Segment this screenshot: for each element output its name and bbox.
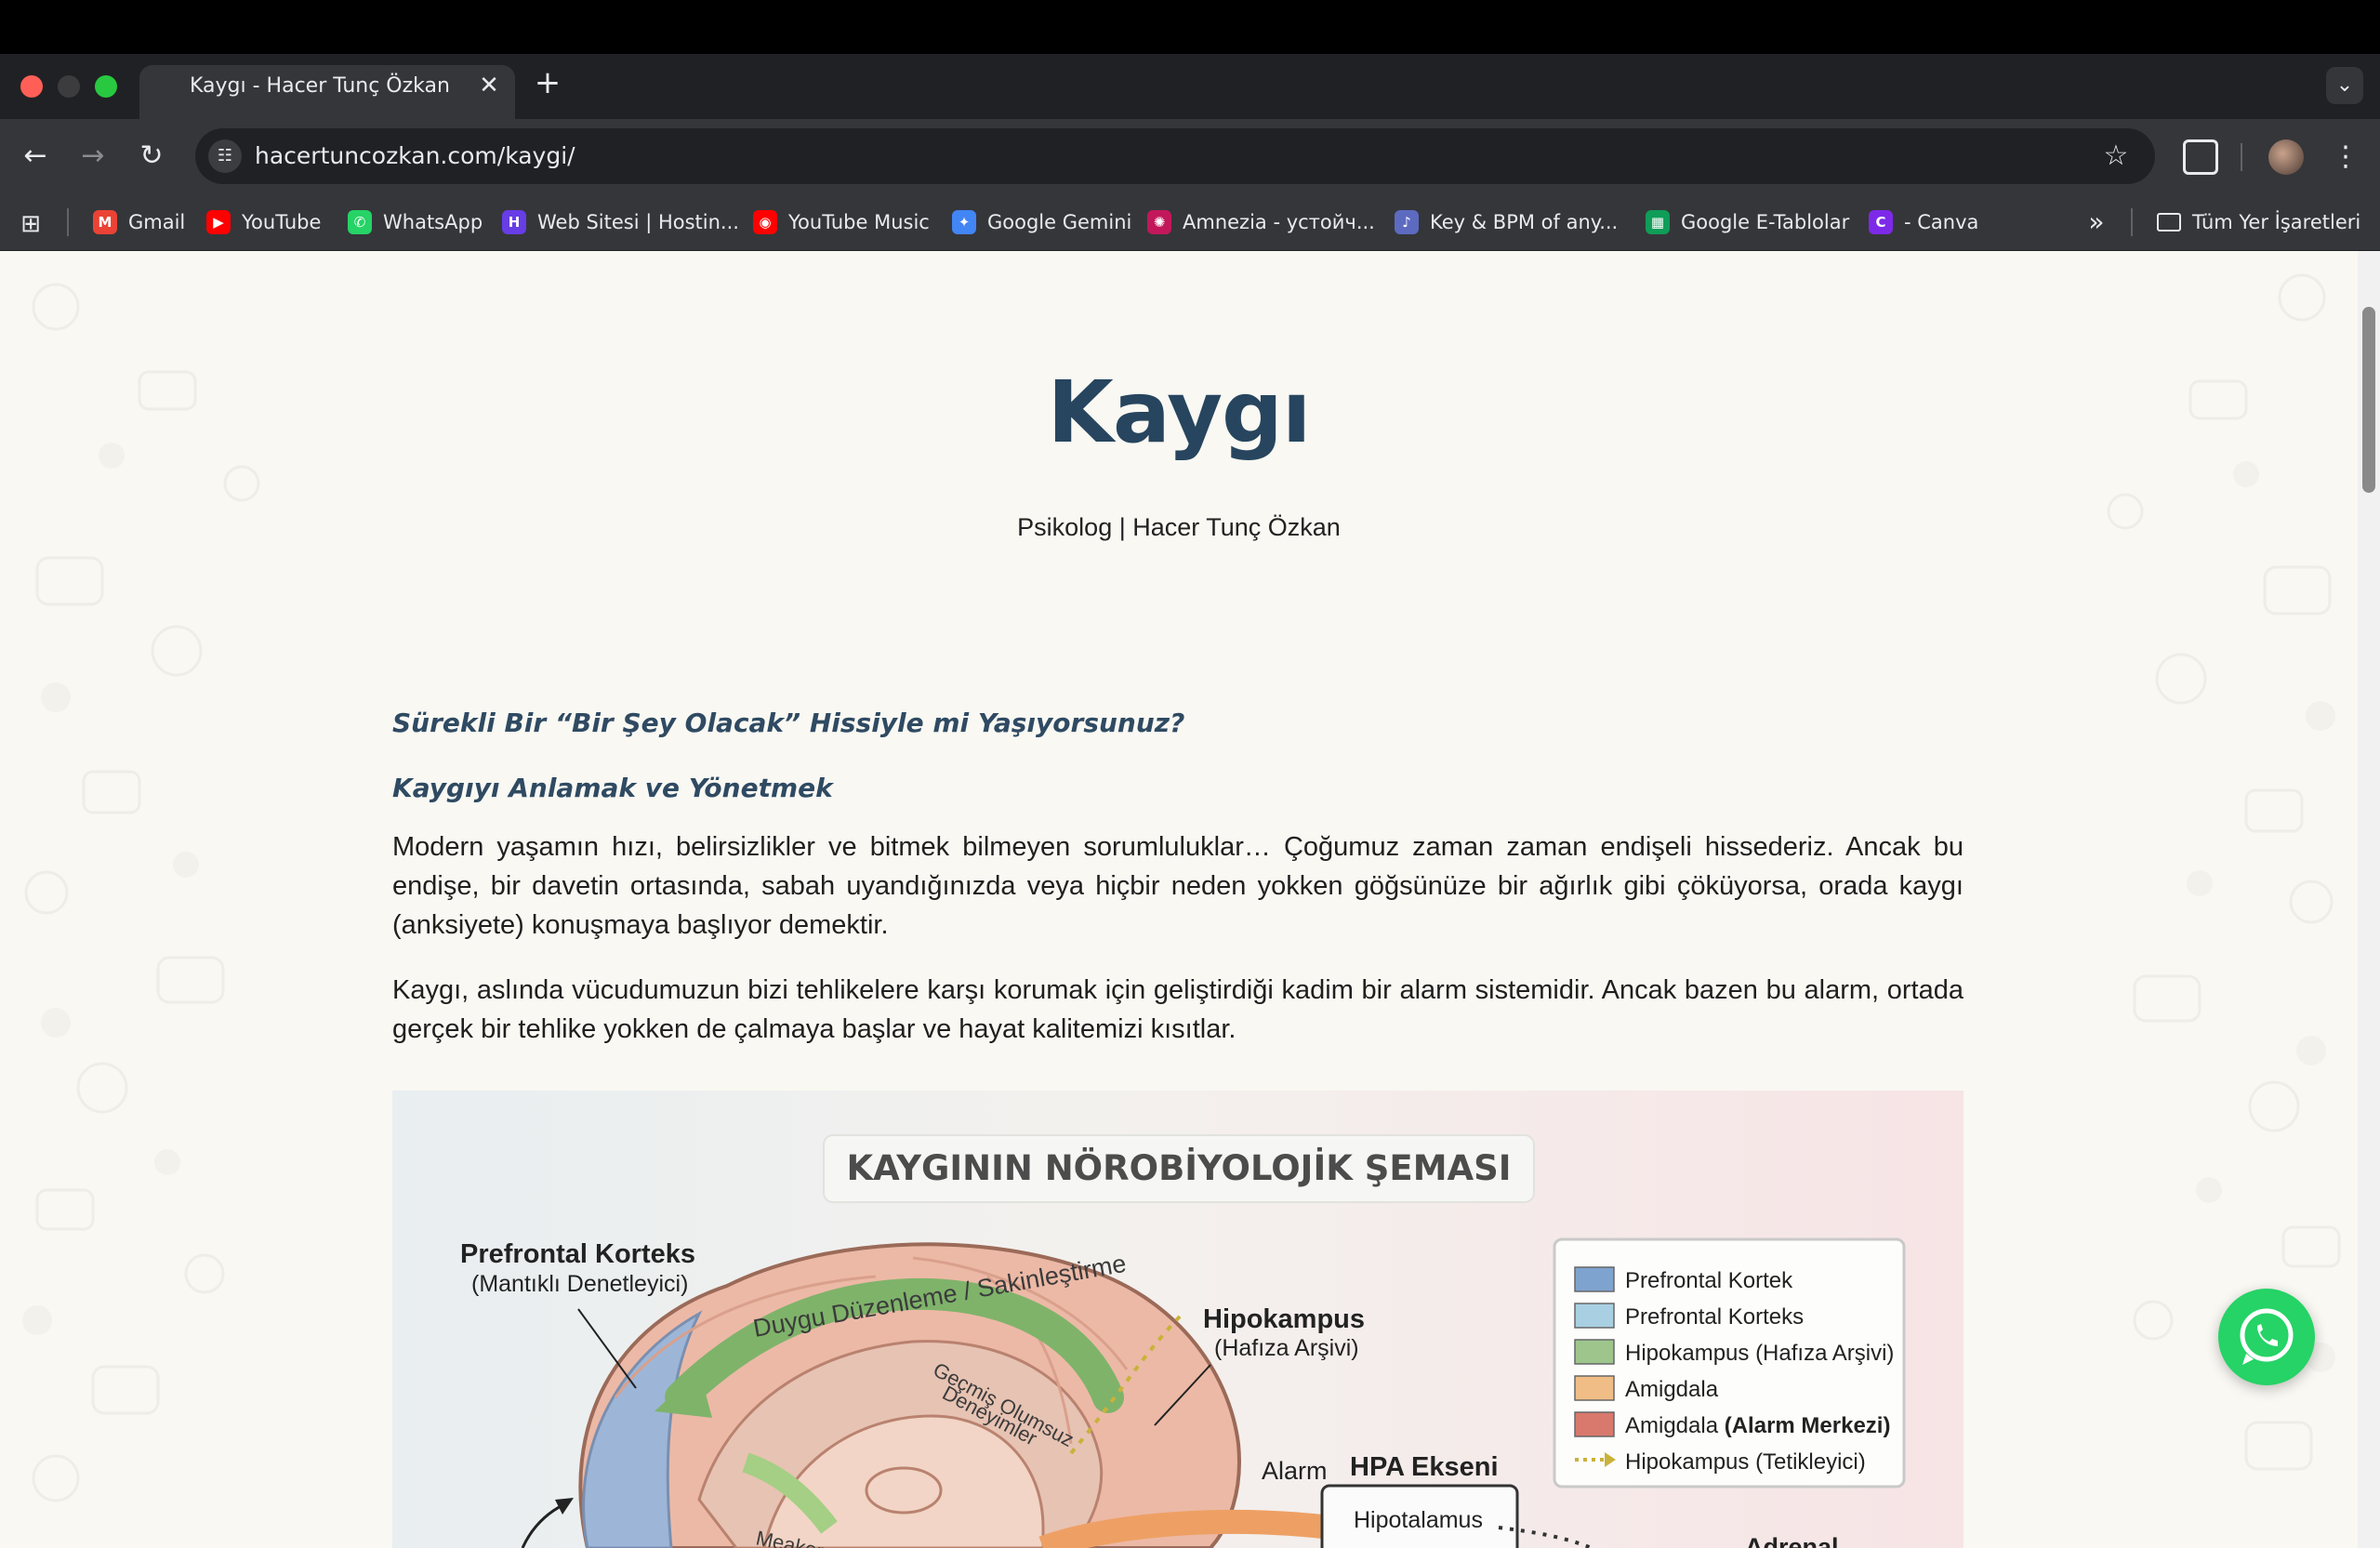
scrollbar-thumb[interactable] — [2362, 307, 2375, 493]
tab-search-chevron-icon[interactable]: ⌄ — [2326, 67, 2363, 104]
bookmark-label: Google Gemini — [987, 211, 1132, 233]
bookmark-label: Amnezia - устойч... — [1183, 211, 1375, 233]
bookmark-label: Key & BPM of any... — [1430, 211, 1619, 233]
section-heading: Sürekli Bir “Bir Şey Olacak” Hissiyle mi… — [392, 708, 1185, 738]
hpa-axis-label: HPA Ekseni — [1350, 1452, 1499, 1482]
gemini-icon: ✦ — [952, 210, 976, 234]
reload-icon[interactable]: ↻ — [135, 139, 168, 173]
close-window-button[interactable] — [20, 75, 43, 98]
bookmark-label: WhatsApp — [383, 211, 483, 233]
black-arrow-left — [521, 1502, 565, 1548]
new-tab-button[interactable]: + — [532, 67, 563, 99]
maximize-window-button[interactable] — [95, 75, 117, 98]
article-content: Sürekli Bir “Bir Şey Olacak” Hissiyle mi… — [392, 705, 1964, 1049]
all-bookmarks-label: Tüm Yer İşaretleri — [2192, 211, 2361, 233]
pfc-leader-line — [577, 1308, 637, 1389]
tab-title: Kaygı - Hacer Tunç Özkan — [190, 74, 450, 98]
page-viewport: Kaygı Psikolog | Hacer Tunç Özkan Sürekl… — [0, 251, 2358, 1548]
forward-arrow-icon[interactable]: → — [76, 139, 110, 173]
legend-swatch — [1574, 1339, 1615, 1365]
bookmark-label: YouTube Music — [788, 211, 930, 233]
legend-label: Prefrontal Korteks — [1625, 1304, 1804, 1330]
bookmark-item[interactable]: C - Canva — [1869, 205, 1978, 240]
bookmark-label: Gmail — [128, 211, 186, 233]
extensions-puzzle-icon[interactable] — [2183, 139, 2218, 175]
bookmark-item[interactable]: H Web Sitesi | Hostin... — [502, 205, 739, 240]
google-sheets-icon: ▦ — [1646, 210, 1670, 234]
diagram-title: KAYGININ NÖROBİYOLOJİK ŞEMASI — [846, 1147, 1511, 1188]
legend-swatch — [1574, 1266, 1615, 1292]
legend-label: Prefrontal Kortek — [1625, 1268, 1793, 1293]
bookmark-item[interactable]: ◉ YouTube Music — [753, 205, 930, 240]
section-subheading: Kaygıyı Anlamak ve Yönetmek — [392, 773, 833, 803]
toolbar-divider — [2241, 143, 2242, 171]
bookmark-item[interactable]: ✆ WhatsApp — [348, 205, 483, 240]
url-text[interactable]: hacertuncozkan.com/kaygi/ — [255, 128, 575, 184]
profile-avatar[interactable] — [2268, 139, 2304, 175]
kebab-menu-icon[interactable]: ⋮ — [2332, 138, 2360, 177]
paragraph: Modern yaşamın hızı, belirsizlikler ve b… — [392, 832, 1964, 940]
system-menu-bar — [0, 0, 2380, 54]
bookmark-item[interactable]: ▦ Google E-Tablolar — [1646, 205, 1849, 240]
adrenal-label: Adrenal — [1745, 1533, 1839, 1548]
apps-grid-icon[interactable]: ⊞ — [17, 210, 45, 238]
whatsapp-icon — [2240, 1308, 2294, 1365]
bookmark-label: Google E-Tablolar — [1681, 211, 1850, 233]
bookmark-item[interactable]: ♪ Key & BPM of any... — [1395, 205, 1618, 240]
bookmarks-divider — [2131, 208, 2133, 236]
bookmark-label: - Canva — [1904, 211, 1979, 233]
bookmarks-divider — [67, 208, 69, 236]
legend-label: Hipokampus (Hafıza Arşivi) — [1625, 1341, 1894, 1366]
youtube-icon: ▶ — [206, 210, 231, 234]
page-title: Kaygı — [1047, 363, 1312, 462]
bookmark-item[interactable]: ✦ Google Gemini — [952, 205, 1131, 240]
address-bar[interactable]: ☷ hacertuncozkan.com/kaygi/ ☆ — [195, 128, 2155, 184]
folder-icon — [2157, 213, 2181, 232]
legend-label: Amigdala — [1625, 1377, 1719, 1402]
tab-active[interactable]: Kaygı - Hacer Tunç Özkan ✕ — [139, 65, 515, 119]
tunebat-icon: ♪ — [1395, 210, 1419, 234]
paragraph: Kaygı, aslında vücudumuzun bizi tehlikel… — [392, 975, 1964, 1044]
site-settings-icon[interactable]: ☷ — [208, 139, 242, 173]
gmail-icon: M — [93, 210, 117, 234]
bookmark-item[interactable]: ▶ YouTube — [206, 205, 321, 240]
canva-icon: C — [1869, 210, 1893, 234]
tab-close-icon[interactable]: ✕ — [474, 71, 504, 100]
minimize-window-button[interactable] — [58, 75, 80, 98]
hippocampus-label: Hipokampus — [1203, 1304, 1365, 1334]
bookmark-label: Web Sitesi | Hostin... — [537, 211, 739, 233]
whatsapp-icon: ✆ — [348, 210, 372, 234]
bookmarks-overflow-icon[interactable]: » — [2082, 206, 2110, 238]
page-subtitle: Psikolog | Hacer Tunç Özkan — [1017, 513, 1341, 541]
hypothalamus-label: Hipotalamus — [1354, 1507, 1483, 1533]
amnezia-icon: ✺ — [1147, 210, 1171, 234]
legend-swatch — [1574, 1303, 1615, 1329]
legend-swatch — [1574, 1375, 1615, 1401]
bookmark-item[interactable]: M Gmail — [93, 205, 185, 240]
pfc-label: Prefrontal Korteks — [460, 1239, 695, 1269]
legend-label: Hipokampus (Tetikleyici) — [1625, 1449, 1866, 1475]
bookmark-label: YouTube — [242, 211, 322, 233]
hippocampus-sublabel: (Hafıza Arşivi) — [1214, 1335, 1359, 1361]
back-arrow-icon[interactable]: ← — [19, 139, 52, 173]
legend-label: Amigdala (Alarm Merkezi) — [1625, 1413, 1890, 1438]
legend-swatch — [1574, 1411, 1615, 1437]
alarm-label: Alarm — [1262, 1457, 1328, 1485]
pfc-sublabel: (Mantıklı Denetleyici) — [471, 1271, 688, 1297]
bookmark-star-icon[interactable]: ☆ — [2097, 138, 2135, 175]
youtube-music-icon: ◉ — [753, 210, 777, 234]
bookmark-item[interactable]: ✺ Amnezia - устойч... — [1147, 205, 1375, 240]
all-bookmarks-button[interactable]: Tüm Yer İşaretleri — [2157, 205, 2360, 240]
whatsapp-floating-button[interactable] — [2218, 1289, 2315, 1385]
neurobiology-diagram-image: KAYGININ NÖROBİYOLOJİK ŞEMASI Duygu Düze… — [392, 1091, 1964, 1548]
hostinger-icon: H — [502, 210, 526, 234]
